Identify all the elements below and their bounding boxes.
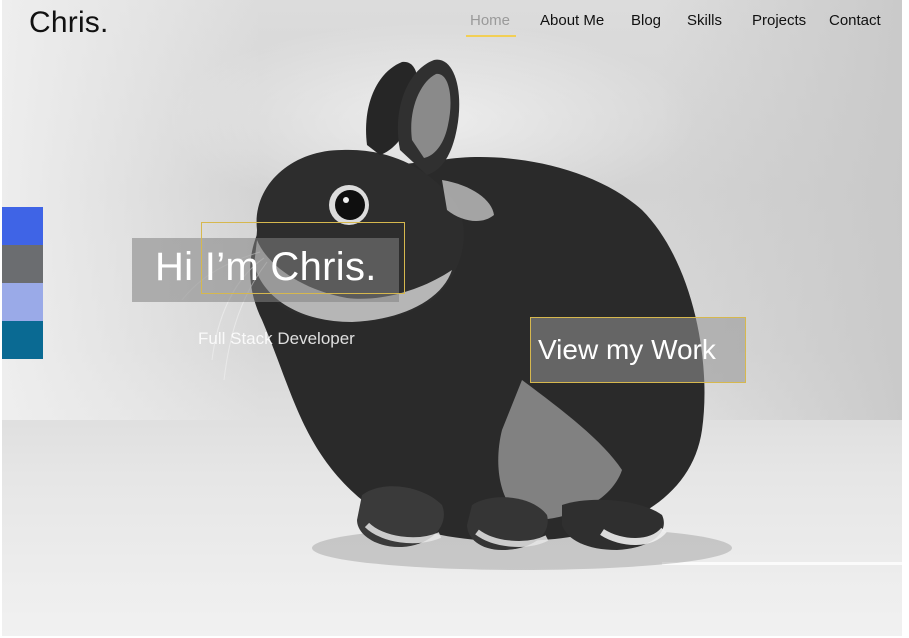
view-work-button-label: View my Work [538, 334, 716, 365]
hero-title: Hi I’m Chris. [155, 245, 377, 289]
nav-active-underline [466, 35, 516, 37]
portfolio-page: Chris. Home About Me Blog Skills Project… [0, 0, 909, 638]
swatch-light-blue[interactable] [2, 283, 43, 321]
nav-projects[interactable]: Projects [752, 12, 806, 29]
theme-color-switcher [2, 207, 43, 359]
view-work-button[interactable]: View my Work [530, 317, 746, 383]
nav-skills[interactable]: Skills [687, 12, 722, 29]
nav-home[interactable]: Home [470, 12, 510, 29]
hero-subtitle: Full Stack Developer [198, 329, 355, 348]
swatch-teal[interactable] [2, 321, 43, 359]
nav-about-me[interactable]: About Me [540, 12, 604, 29]
nav-blog[interactable]: Blog [631, 12, 661, 29]
nav-contact[interactable]: Contact [829, 12, 881, 29]
main-nav: Home About Me Blog Skills Projects Conta… [0, 12, 909, 42]
hero-background-photo [2, 0, 902, 636]
bunny-illustration [181, 59, 732, 570]
swatch-blue[interactable] [2, 207, 43, 245]
swatch-gray[interactable] [2, 245, 43, 283]
